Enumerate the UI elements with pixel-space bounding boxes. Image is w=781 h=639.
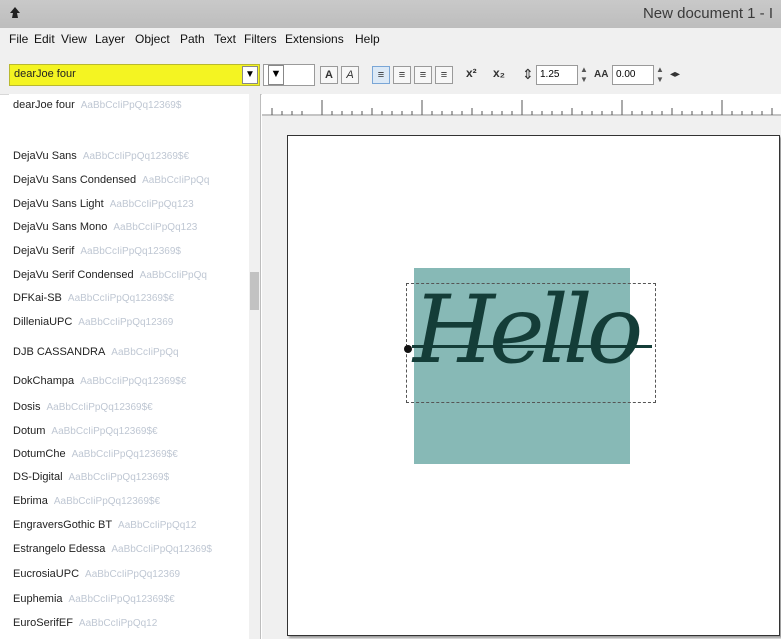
letter-spacing-icon: AA [594,69,609,80]
menu-bar: File Edit View Layer Object Path Text Fi… [0,28,781,52]
align-left-icon[interactable]: ≡ [372,66,390,84]
menu-view[interactable]: View [61,32,87,46]
font-option[interactable]: DejaVu Sans Condensed AaBbCcIiPpQq [9,169,249,193]
font-option[interactable]: DS-Digital AaBbCcIiPpQq12369$ [9,466,249,490]
menu-help[interactable]: Help [355,32,380,46]
font-option[interactable]: EuroSerifEF AaBbCcIiPpQq12 [9,612,249,636]
menu-object[interactable]: Object [135,32,170,46]
superscript-button[interactable]: x² [466,66,477,80]
menu-filters[interactable]: Filters [244,32,277,46]
menu-edit[interactable]: Edit [34,32,55,46]
line-spacing-input[interactable]: 1.25 [536,65,578,85]
menu-layer[interactable]: Layer [95,32,125,46]
align-justify-icon[interactable]: ≡ [435,66,453,84]
font-option[interactable]: Ebrima AaBbCcIiPpQq12369$€ [9,490,249,514]
chevron-down-icon[interactable]: ▼ [268,65,284,85]
font-option[interactable]: Dotum AaBbCcIiPpQq12369$€ [9,420,249,444]
ruler-ticks [262,100,781,116]
font-option[interactable]: DejaVu Sans AaBbCcIiPpQq12369$€ [9,145,249,169]
font-option[interactable]: DilleniaUPC AaBbCcIiPpQq12369 [9,311,249,335]
menu-extensions[interactable]: Extensions [285,32,344,46]
font-family-value: dearJoe four [14,68,76,80]
subscript-button[interactable]: x₂ [493,66,505,80]
horizontal-ruler [262,94,781,117]
align-right-icon[interactable]: ≡ [414,66,432,84]
bold-icon[interactable]: A [320,66,338,84]
letter-spacing-spinner[interactable]: ▲ ▼ [656,65,666,85]
font-option[interactable]: Estrangelo Edessa AaBbCcIiPpQq12369$ [9,538,249,562]
font-option[interactable]: DejaVu Serif AaBbCcIiPpQq12369$ [9,240,249,264]
italic-icon[interactable]: A [341,66,359,84]
font-size-combobox[interactable]: 40 ▼ [263,64,315,86]
font-option[interactable]: Dosis AaBbCcIiPpQq12369$€ [9,396,249,420]
font-family-combobox[interactable]: dearJoe four ▼ [9,64,260,86]
letter-spacing-input[interactable]: 0.00 [612,65,654,85]
font-option[interactable]: DejaVu Sans Light AaBbCcIiPpQq123 [9,193,249,217]
word-spacing-icon: ◂▸ [670,69,681,80]
chevron-down-icon[interactable]: ▼ [242,66,258,84]
line-spacing-icon: ⇕ [522,66,534,82]
font-option[interactable]: Euphemia AaBbCcIiPpQq12369$€ [9,588,249,612]
font-option[interactable]: DotumChe AaBbCcIiPpQq12369$€ [9,443,249,467]
hello-text-object[interactable]: Hello [413,276,643,385]
menu-file[interactable]: File [9,32,28,46]
align-center-icon[interactable]: ≡ [393,66,411,84]
scroll-thumb[interactable] [250,272,259,310]
font-option[interactable]: DejaVu Serif Condensed AaBbCcIiPpQq [9,264,249,288]
inkscape-icon [10,7,20,18]
menu-text[interactable]: Text [214,32,236,46]
font-option[interactable]: EucrosiaUPC AaBbCcIiPpQq12369 [9,563,249,587]
font-list-scrollbar[interactable] [249,94,260,639]
font-family-dropdown-list[interactable]: dearJoe four AaBbCcIiPpQq12369$ DejaVu Sa… [9,94,261,639]
font-option[interactable]: DJB CASSANDRA AaBbCcIiPpQq [9,341,249,365]
title-bar: New document 1 - I [0,0,781,28]
menu-path[interactable]: Path [180,32,205,46]
font-option[interactable]: DejaVu Sans Mono AaBbCcIiPpQq123 [9,216,249,240]
font-option[interactable]: DFKai-SB AaBbCcIiPpQq12369$€ [9,287,249,311]
font-option[interactable]: EngraversGothic BT AaBbCcIiPpQq12 [9,514,249,538]
font-option[interactable]: dearJoe four AaBbCcIiPpQq12369$ [9,94,249,118]
font-option[interactable]: DokChampa AaBbCcIiPpQq12369$€ [9,370,249,394]
window-title: New document 1 - I [642,5,773,22]
line-spacing-spinner[interactable]: ▲ ▼ [580,65,590,85]
text-cursor-handle[interactable] [404,345,412,353]
